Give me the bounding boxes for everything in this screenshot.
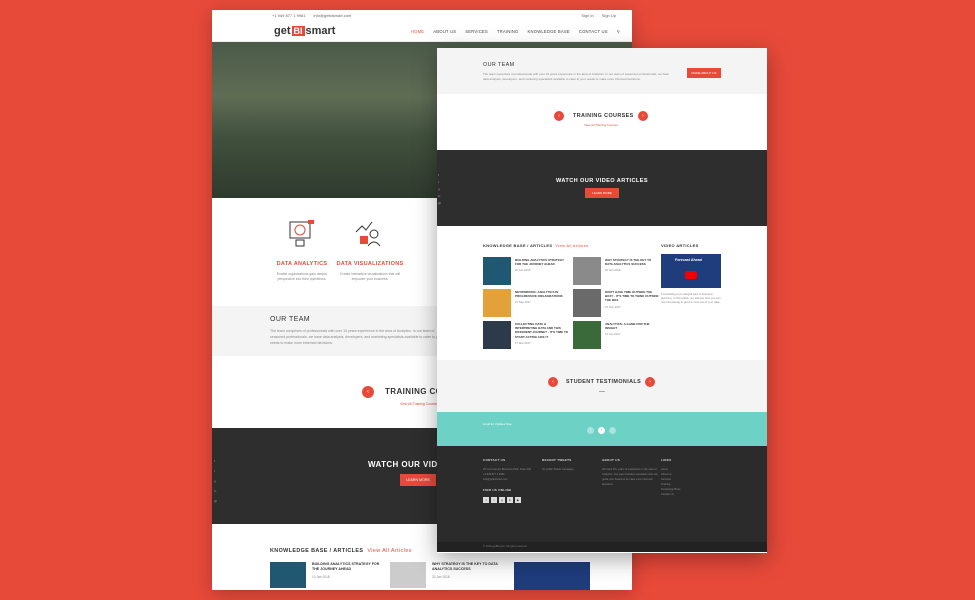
training-section: ‹ TRAINING COURSES › View All Training C… [437,94,767,150]
article-thumbnail[interactable] [483,257,511,285]
google-icon[interactable]: g [499,497,505,503]
tweet-text: No public Twitter messages. [542,468,575,471]
prev-arrow-icon[interactable]: ‹ [554,111,564,121]
footer-links: LINKS Home About Us Services Training Kn… [661,458,721,497]
section-title: STUDENT TESTIMONIALS [566,379,642,385]
article-thumbnail[interactable] [483,321,511,349]
footer-about: ABOUT US We have 15+ years of experience… [602,458,660,487]
article-card[interactable]: NETWORKING: ANALYTICS IN PROGRESSIVE ORG… [483,289,569,317]
email-text: info@getbismart.com [483,478,508,481]
footer-link[interactable]: Contact Us [661,492,721,497]
article-thumbnail[interactable] [573,289,601,317]
top-bar: +1 949 877 1 9981 info@getbismart.com Si… [212,10,632,21]
video-description: Forecasting is an integral part of busin… [661,292,721,304]
knowledge-base-section: KNOWLEDGE BASE / ARTICLES View All Articl… [437,226,767,360]
next-arrow-icon[interactable]: › [638,111,648,121]
newsletter-bar: Email for Updates Now ‹ t › [437,412,767,446]
nav-links: HOME ABOUT US SERVICES TRAINING KNOWLEDG… [335,29,620,34]
social-icons: f t g in @ [214,459,218,503]
article-card[interactable]: ANALYTICS: A GAME FOR THE INSIGHT 12 Jan … [573,321,659,349]
service-data-visualizations[interactable]: DATA VISUALIZATIONS Create interactive v… [336,218,404,306]
divider [599,391,605,392]
about-text: We have 15+ years of experience in the a… [602,468,658,486]
article-thumbnail[interactable] [573,257,601,285]
nav-services[interactable]: SERVICES [465,29,488,34]
article-thumbnail[interactable] [573,321,601,349]
team-description: The team comprises of professionals with… [483,72,670,81]
play-icon[interactable] [685,271,697,279]
learn-more-button[interactable]: LEARN MORE [400,474,436,486]
section-title: KNOWLEDGE BASE / ARTICLES [483,243,553,248]
article-title[interactable]: BUILDING ANALYTICS STRATEGY FOR THE JOUR… [312,562,384,590]
view-all-link[interactable]: View All Articles [367,548,411,554]
social-icons: f t g in ▶ [483,497,537,503]
linkedin-icon[interactable]: in [507,497,513,503]
footer-contact: CONTACT US 26 Commercial, Business Park,… [483,458,537,503]
front-page: OUR TEAM The team comprises of professio… [437,48,767,553]
article-card[interactable]: WHY STRATEGY IS THE KEY TO DATA ANALYTIC… [573,257,659,285]
article-title[interactable]: WHY STRATEGY IS THE KEY TO DATA ANALYTIC… [432,562,504,590]
more-about-us-button[interactable]: MORE ABOUT US [687,68,721,78]
section-title: OUR TEAM [483,62,515,68]
sign-in-link[interactable]: Sign In [581,13,593,18]
nav-about[interactable]: ABOUT US [433,29,456,34]
twitter-icon[interactable]: t [598,427,605,434]
newsletter-text: Email for Updates Now [483,422,512,426]
next-arrow-icon[interactable]: › [645,377,655,387]
article-thumbnail[interactable] [483,289,511,317]
video-thumbnail[interactable] [514,562,590,590]
facebook-icon[interactable]: f [483,497,489,503]
article-card[interactable]: COLLECTING DATA & INTERPRETING DATA AND … [483,321,569,349]
footer-tweets: RECENT TWEETS No public Twitter messages… [542,458,592,472]
logo[interactable]: get BI smart [274,25,335,37]
prev-arrow-icon[interactable]: ‹ [548,377,558,387]
sign-up-link[interactable]: Sign Up [602,13,616,18]
main-nav: get BI smart HOME ABOUT US SERVICES TRAINI… [212,21,632,42]
our-team-section: OUR TEAM The team comprises of professio… [437,48,767,94]
copyright: © 2018 getBIsmart. All rights reserved [437,542,767,552]
email-text: info@getbismart.com [313,13,352,18]
analytics-icon [289,220,314,247]
view-all-link[interactable]: View All Articles [555,243,588,248]
team-description: The team comprises of professionals with… [270,329,443,345]
nav-training[interactable]: TRAINING [497,29,519,34]
video-section: f t g in @ WATCH OUR VIDEO ARTICLES LEARN MO… [437,150,767,226]
search-icon[interactable]: ⚲ [617,29,620,34]
testimonials-section: ‹ STUDENT TESTIMONIALS › [437,360,767,412]
view-all-link[interactable]: View All Training Courses [400,402,438,406]
learn-more-button[interactable]: LEARN MORE [585,188,619,198]
video-thumbnail[interactable]: Forecast Ahead [661,254,721,288]
phone-text: +1 949 877 1 9981 [272,13,306,18]
nav-knowledge-base[interactable]: KNOWLEDGE BASE [528,29,570,34]
nav-contact[interactable]: CONTACT US [579,29,608,34]
section-title: TRAINING COURSES [573,113,634,119]
next-dot-icon[interactable]: › [609,427,616,434]
footer: CONTACT US 26 Commercial, Business Park,… [437,446,767,542]
section-title: KNOWLEDGE BASE / ARTICLES [270,548,364,554]
service-data-analytics[interactable]: DATA ANALYTICS Enable organizations gain… [268,218,336,306]
prev-dot-icon[interactable]: ‹ [587,427,594,434]
view-all-link[interactable]: View All Training Courses [584,123,618,127]
section-title: WATCH OUR VIDEO ARTICLES [556,178,648,184]
article-thumbnail[interactable] [390,562,426,588]
twitter-icon[interactable]: t [491,497,497,503]
nav-home[interactable]: HOME [411,29,424,34]
article-card[interactable]: BUILDING ANALYTICS STRATEGY FOR THE JOUR… [483,257,569,285]
youtube-icon[interactable]: ▶ [515,497,521,503]
prev-arrow-icon[interactable]: ‹ [362,386,374,398]
article-thumbnail[interactable] [270,562,306,588]
visualization-icon [355,221,381,247]
video-articles-title: VIDEO ARTICLES [661,243,699,248]
article-card[interactable]: DON'T HAVE TIME OUTSIDE THE BOX? - IT'S … [573,289,659,317]
